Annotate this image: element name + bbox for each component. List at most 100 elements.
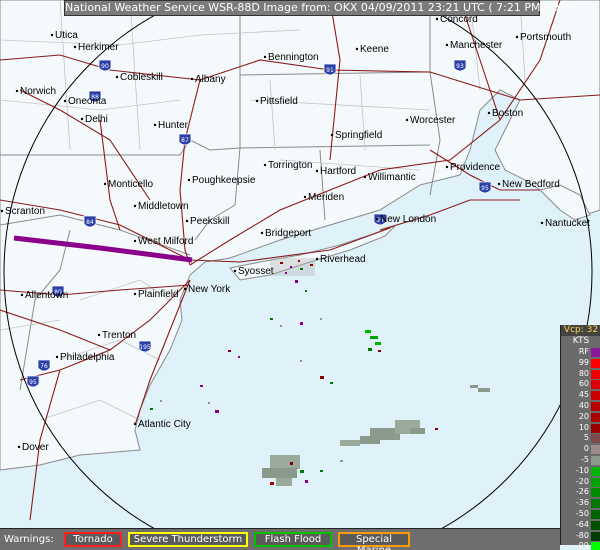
warning-toggle-flash-flood[interactable]: Flash Flood bbox=[254, 532, 332, 547]
city-label: Nantucket bbox=[545, 218, 590, 229]
city-label: Peekskill bbox=[190, 216, 229, 227]
interstate-number: 95 bbox=[29, 379, 37, 386]
interstate-shield: 90 bbox=[98, 59, 112, 72]
legend-entry: 5 bbox=[561, 433, 600, 444]
city-label: Monticello bbox=[108, 179, 153, 190]
legend-entry-label: RF bbox=[578, 347, 589, 356]
city-label: Utica bbox=[55, 30, 78, 41]
city-dot bbox=[255, 99, 259, 103]
legend-entry-label: 40 bbox=[578, 400, 589, 410]
city-dot bbox=[17, 445, 21, 449]
city-dot bbox=[233, 269, 237, 273]
interstate-shield: 91 bbox=[323, 63, 337, 76]
city-dot bbox=[497, 182, 501, 186]
interstate-shield: 93 bbox=[453, 59, 467, 72]
city-label: Willimantic bbox=[368, 172, 416, 183]
city-dot bbox=[55, 355, 59, 359]
city-dot bbox=[185, 219, 189, 223]
legend-entry-label: -36 bbox=[575, 498, 589, 508]
legend-entry: 80 bbox=[561, 369, 600, 380]
interstate-shield: 87 bbox=[178, 133, 192, 146]
legend-entry: -64 bbox=[561, 520, 600, 531]
legend-color-swatch bbox=[591, 434, 600, 444]
interstate-shield: 195 bbox=[138, 340, 152, 353]
legend-entry: 20 bbox=[561, 412, 600, 423]
legend-entry-label: 0 bbox=[583, 444, 589, 454]
city-dot bbox=[115, 75, 119, 79]
city-label: Providence bbox=[450, 162, 500, 173]
city-dot bbox=[80, 117, 84, 121]
city-dot bbox=[540, 221, 544, 225]
legend-entry-label: -10 bbox=[575, 465, 589, 475]
city-label: Hartford bbox=[320, 166, 356, 177]
legend-entry: -5 bbox=[561, 455, 600, 466]
city-label: New London bbox=[380, 214, 436, 225]
legend-color-swatch bbox=[591, 401, 600, 411]
city-dot bbox=[355, 47, 359, 51]
city-dot bbox=[330, 133, 334, 137]
legend-color-swatch bbox=[591, 455, 600, 465]
legend-entry: 60 bbox=[561, 379, 600, 390]
legend-color-swatch bbox=[591, 542, 600, 550]
legend-entry: -50 bbox=[561, 509, 600, 520]
city-dot bbox=[153, 123, 157, 127]
interstate-number: 90 bbox=[101, 63, 109, 70]
city-label: Springfield bbox=[335, 130, 382, 141]
city-dot bbox=[97, 333, 101, 337]
legend-entry-label: -50 bbox=[575, 508, 589, 518]
city-label: Torrington bbox=[268, 160, 312, 171]
legend-entry-label: -26 bbox=[575, 487, 589, 497]
city-label: Trenton bbox=[102, 330, 136, 341]
city-dot bbox=[20, 293, 24, 297]
city-dot bbox=[133, 204, 137, 208]
city-dot bbox=[263, 163, 267, 167]
city-label: Plainfield bbox=[138, 289, 179, 300]
city-label: Meriden bbox=[308, 192, 344, 203]
city-label: Bennington bbox=[268, 52, 319, 63]
city-dot bbox=[405, 118, 409, 122]
interstate-number: 91 bbox=[326, 67, 334, 74]
city-dot bbox=[487, 111, 491, 115]
interstate-shield: 76 bbox=[37, 359, 51, 372]
legend-entry-label: -99 bbox=[575, 541, 589, 550]
radar-map[interactable]: 9088919387849595801957695 UticaHerkimerN… bbox=[0, 0, 600, 550]
legend-entry-label: 10 bbox=[578, 422, 589, 432]
legend-color-swatch bbox=[591, 509, 600, 519]
warning-toggle-tornado[interactable]: Tornado bbox=[64, 532, 122, 547]
interstate-shield: 84 bbox=[83, 215, 97, 228]
legend-color-swatch bbox=[591, 380, 600, 390]
city-dot bbox=[133, 239, 137, 243]
city-dot bbox=[445, 165, 449, 169]
city-label: Pittsfield bbox=[260, 96, 298, 107]
warning-toggle-special-marine[interactable]: Special Marine bbox=[338, 532, 410, 550]
interstate-shield: 95 bbox=[26, 375, 40, 388]
legend-color-swatch bbox=[591, 520, 600, 530]
city-label: Norwich bbox=[20, 86, 56, 97]
legend-entry: -26 bbox=[561, 487, 600, 498]
legend-color-swatch bbox=[591, 499, 600, 509]
city-dot bbox=[315, 257, 319, 261]
city-label: Poughkeepsie bbox=[192, 175, 256, 186]
city-label: Dover bbox=[22, 442, 49, 453]
legend-entry: RF bbox=[561, 347, 600, 358]
city-label: New Bedford bbox=[502, 179, 560, 190]
city-label: Manchester bbox=[450, 40, 503, 51]
legend-color-swatch bbox=[591, 477, 600, 487]
city-dot bbox=[103, 182, 107, 186]
city-label: Oneonta bbox=[68, 96, 107, 107]
city-dot bbox=[363, 175, 367, 179]
legend-entry-label: -64 bbox=[575, 519, 589, 529]
legend-vcp: Vcp: 32 bbox=[561, 325, 600, 336]
legend-color-swatch bbox=[591, 358, 600, 368]
warning-toggle-severe-thunderstorm[interactable]: Severe Thunderstorm bbox=[128, 532, 248, 547]
city-label: Bridgeport bbox=[265, 228, 311, 239]
legend-color-swatch bbox=[591, 531, 600, 541]
header-title: National Weather Service WSR-88D Image f… bbox=[65, 1, 571, 14]
city-dot bbox=[187, 178, 191, 182]
city-dot bbox=[263, 55, 267, 59]
header-bar: National Weather Service WSR-88D Image f… bbox=[64, 0, 570, 16]
legend-entry-label: 5 bbox=[583, 433, 589, 443]
legend-entry-label: 60 bbox=[578, 379, 589, 389]
legend-color-swatch bbox=[591, 488, 600, 498]
warnings-bar: Warnings: Tornado Severe Thunderstorm Flas… bbox=[0, 528, 560, 550]
